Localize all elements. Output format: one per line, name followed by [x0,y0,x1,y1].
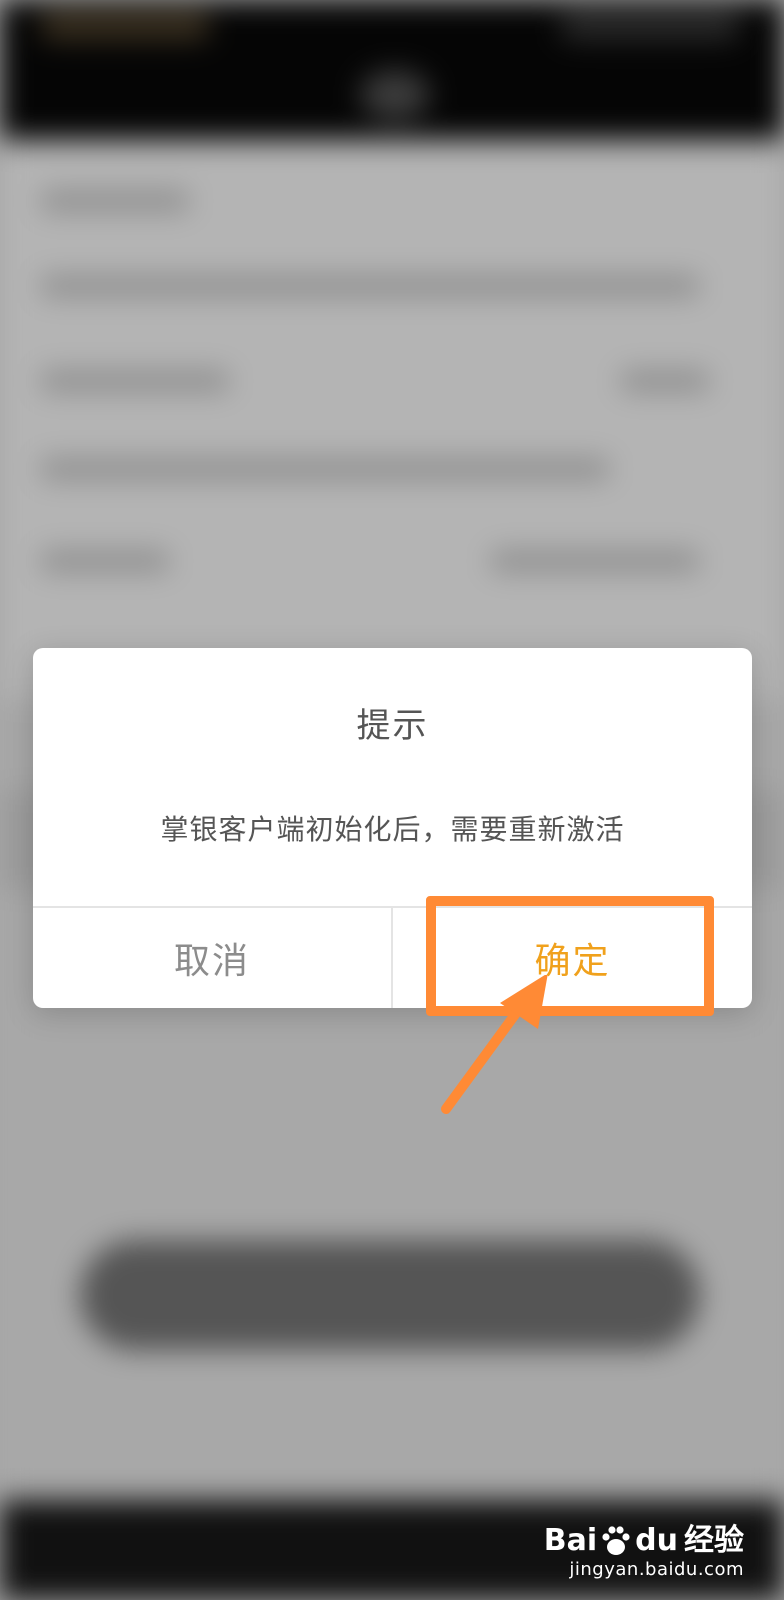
watermark-url: jingyan.baidu.com [569,1559,744,1580]
annotation-arrow-icon [441,975,548,1114]
watermark: Bai du 经验 jingyan.baidu.com [544,1524,744,1582]
primary-action-button [80,1240,700,1350]
watermark-logo: Bai du 经验 [543,1523,744,1558]
status-and-title-bar [0,0,784,140]
settings-panel [0,140,784,700]
dialog-title: 提示 [356,706,429,746]
screen: 提示 掌银客户端初始化后，需要重新激活 取消 确定 Bai du 经验 jing… [0,0,784,1600]
paw-icon [602,1526,630,1555]
dialog-message: 掌银客户端初始化后，需要重新激活 [160,813,625,846]
cancel-button[interactable]: 取消 [33,908,391,1008]
